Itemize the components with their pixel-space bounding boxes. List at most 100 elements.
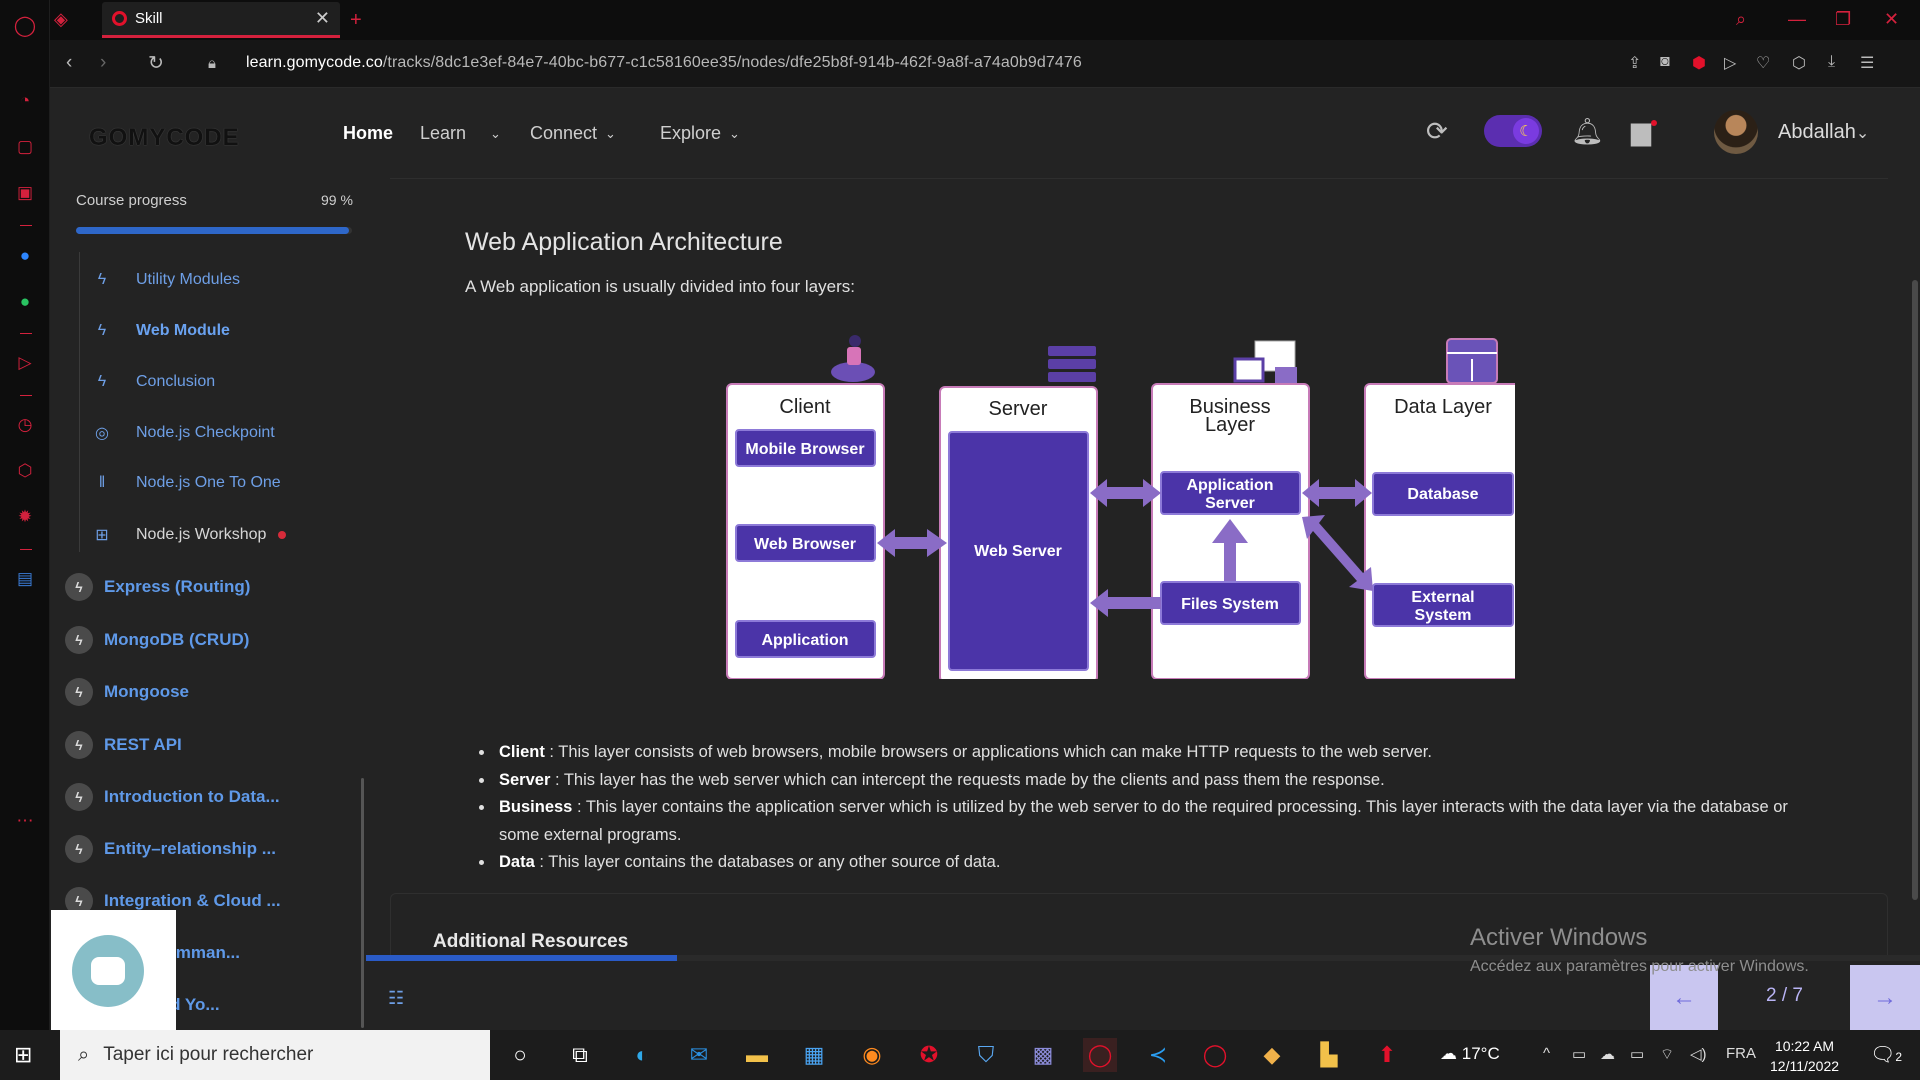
cloud-icon: ☁ [1440,1044,1462,1063]
reload-icon[interactable]: ↻ [148,52,164,75]
folder-icon[interactable]: ▙ [1312,1038,1346,1072]
git-kraken-icon[interactable]: ◆ [1255,1038,1289,1072]
sidebar-item-one-to-one[interactable]: ǁ Node.js One To One [84,474,281,492]
shield-icon[interactable]: ⬢ [1692,53,1706,73]
nav-explore[interactable]: Explore ⌄ [660,123,740,144]
messenger-icon[interactable]: ● [12,243,38,269]
rail-separator [20,549,32,550]
speed-dial-icon[interactable]: ◔ [12,88,38,114]
outline-list-icon[interactable]: ☷ [388,988,404,1009]
lesson-title: Web Application Architecture [465,228,783,256]
clock[interactable]: 10:22 AM 12/11/2022 [1770,1036,1839,1076]
weather-widget[interactable]: ☁ 17°C [1440,1044,1500,1064]
sidebar-item-workshop[interactable]: ⊞ Node.js Workshop [84,525,287,545]
search-tabs-icon[interactable]: ⌕ [1736,9,1746,30]
arrow-appserver-external [1302,515,1373,591]
module-label: MongoDB (CRUD) [104,630,250,649]
close-tab-icon[interactable]: ✕ [315,8,330,29]
server-title: Server [989,398,1048,420]
sidebar-item-utility-modules[interactable]: ϟ Utility Modules [84,271,240,289]
battery-icon[interactable]: ▭ [1630,1045,1644,1063]
translate-icon[interactable]: ▤ [12,566,38,592]
language-indicator[interactable]: FRA [1726,1045,1756,1062]
nav-home[interactable]: Home [343,123,393,144]
chat-icon[interactable]: ▆ [1631,116,1651,147]
opera-icon[interactable]: ◯ [1198,1038,1232,1072]
vpn-shield-icon[interactable]: ⛉ [969,1038,1003,1072]
main-scrollbar[interactable] [1912,280,1918,900]
taskbar-search-input[interactable]: ⌕ Taper ici pour rechercher [60,1030,490,1080]
forward-icon[interactable]: › [100,52,106,74]
notification-center-icon[interactable]: 🗨︎2 [1870,1042,1902,1067]
more-icon[interactable]: ⋯ [12,808,38,834]
restore-icon[interactable]: ❐ [1835,9,1851,30]
workshop-icon: ⊞ [95,527,109,544]
device-icon[interactable]: ▭ [1572,1045,1586,1063]
send-icon[interactable]: ▷ [1724,53,1736,73]
file-explorer-icon[interactable]: ▬ [740,1038,774,1072]
bag-icon[interactable]: ▢ [12,134,38,160]
course-sidebar: Course progress 99 % ϟ Utility Modules ϟ W… [51,178,366,1030]
download-icon[interactable]: ⤓ [1828,53,1835,71]
easy-setup-icon[interactable]: ☰ [1860,53,1874,73]
search-icon: ⌕ [78,1043,90,1066]
sidebar-item-conclusion[interactable]: ϟ Conclusion [84,373,215,391]
wifi-icon[interactable]: ⌔ [1660,1045,1674,1064]
bell-icon[interactable]: 🔔︎ [1571,116,1604,147]
history-icon[interactable]: ◷ [12,412,38,438]
gomycode-logo[interactable]: GOMYCODE [89,124,240,152]
extensions-icon[interactable]: ⬡ [12,458,38,484]
nav-learn[interactable]: Learn ⌄ [420,123,501,144]
url-field[interactable]: learn.gomycode.co/tracks/8dc1e3ef-84e7-4… [246,54,1082,72]
windows-start-icon[interactable]: ⊞ [14,1042,32,1068]
cube-icon[interactable]: ⬡ [1792,53,1806,73]
camera-icon[interactable]: ◙ [1660,53,1670,71]
avatar[interactable] [1714,110,1758,154]
bolt-icon: ϟ [65,626,93,654]
twitch-icon[interactable]: ▣ [12,180,38,206]
sidebar-item-web-module[interactable]: ϟ Web Module [84,322,230,340]
nav-connect[interactable]: Connect ⌄ [530,123,616,144]
sidebar-item-checkpoint[interactable]: ◎ Node.js Checkpoint [84,423,275,443]
mail-icon[interactable]: ✉ [682,1038,716,1072]
gamepad-icon[interactable]: ◈ [54,9,68,30]
user-menu[interactable]: Abdallah⌄ [1778,121,1869,144]
cortana-icon[interactable]: ○ [503,1038,537,1072]
close-window-icon[interactable]: ✕ [1884,9,1899,30]
module-intro-data[interactable]: ϟ Introduction to Data... [65,783,280,811]
opera-gx-icon[interactable]: ◯ [1083,1038,1117,1072]
rail-separator [20,333,32,334]
browser-tab[interactable]: Skill ✕ [102,2,340,38]
module-mongodb[interactable]: ϟ MongoDB (CRUD) [65,626,249,654]
player-icon[interactable]: ▷ [12,350,38,376]
volume-icon[interactable]: ◁) [1690,1045,1707,1063]
whatsapp-icon[interactable]: ● [12,289,38,315]
module-mongoose[interactable]: ϟ Mongoose [65,678,189,706]
search-placeholder: Taper ici pour rechercher [103,1044,314,1065]
settings-icon[interactable]: ✹ [12,504,38,530]
module-rest-api[interactable]: ϟ REST API [65,731,182,759]
opera-logo-icon[interactable]: ◯ [12,12,38,38]
module-express[interactable]: ϟ Express (Routing) [65,573,250,601]
minimize-icon[interactable]: — [1788,9,1806,30]
dark-mode-toggle[interactable]: ☾ [1484,115,1542,147]
teams-icon[interactable]: ▩ [1026,1038,1060,1072]
next-page-button[interactable]: → [1850,965,1920,1030]
support-chat-button[interactable] [72,935,144,1007]
firefox-icon[interactable]: ◉ [855,1038,889,1072]
refresh-icon[interactable]: ⟳ [1426,116,1448,147]
edge-icon[interactable]: ◐ [625,1038,659,1072]
sidebar-scrollbar[interactable] [361,778,364,1028]
onedrive-icon[interactable]: ☁ [1600,1045,1615,1063]
app-red-icon[interactable]: ✪ [912,1038,946,1072]
tray-chevron-icon[interactable]: ^ [1543,1045,1550,1062]
share-icon[interactable]: ⇪ [1628,53,1641,73]
task-view-icon[interactable]: ⧉ [563,1038,597,1072]
new-tab-icon[interactable]: + [350,9,362,32]
module-entity-relationship[interactable]: ϟ Entity–relationship ... [65,835,276,863]
back-icon[interactable]: ‹ [66,52,72,74]
heart-icon[interactable]: ♡ [1756,53,1770,73]
upload-app-icon[interactable]: ⬆ [1370,1038,1404,1072]
store-icon[interactable]: ▦ [797,1038,831,1072]
vscode-icon[interactable]: ≺ [1141,1038,1175,1072]
